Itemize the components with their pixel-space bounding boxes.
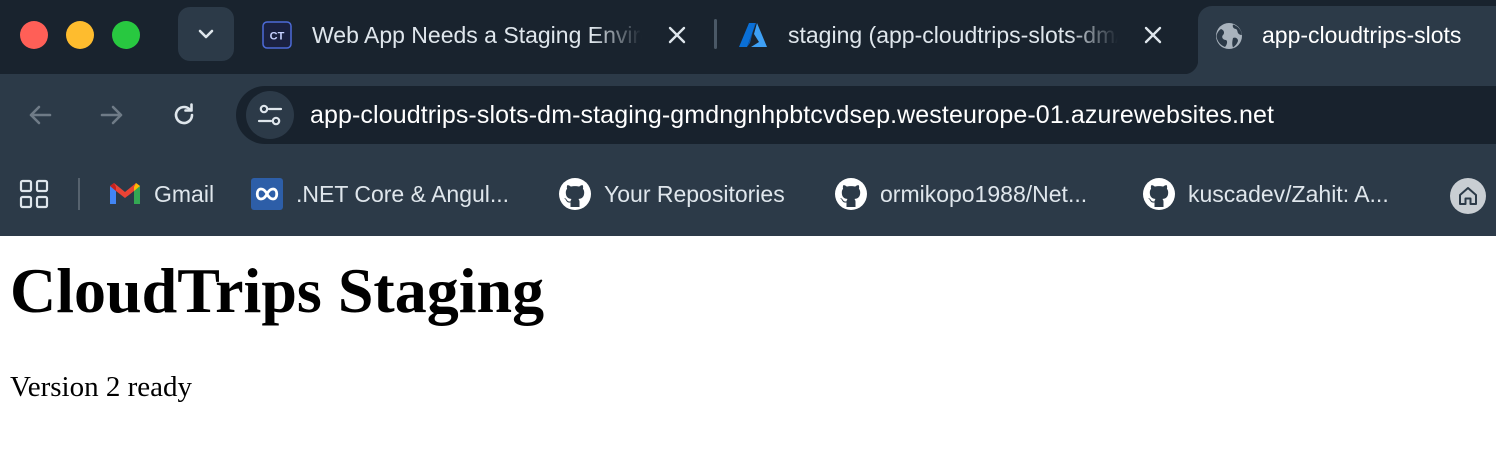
url-text[interactable]: app-cloudtrips-slots-dm-staging-gmdngnhp… bbox=[310, 100, 1274, 130]
bookmark-label: Gmail bbox=[154, 180, 215, 207]
tab-active-cloudtrips[interactable]: app-cloudtrips-slots bbox=[1184, 6, 1496, 74]
tune-icon bbox=[257, 104, 283, 126]
arrow-left-icon bbox=[29, 105, 52, 125]
tab-close-button[interactable] bbox=[662, 20, 692, 50]
window-minimize-button[interactable] bbox=[66, 21, 94, 49]
tab-title: Web App Needs a Staging Environment bbox=[312, 22, 642, 48]
apps-grid-icon bbox=[19, 179, 49, 209]
tab-separator bbox=[714, 19, 717, 49]
site-info-button[interactable] bbox=[246, 91, 294, 139]
bookmark-label: Your Repositories bbox=[604, 180, 785, 207]
reload-button[interactable] bbox=[169, 100, 199, 130]
bookmark-label: .NET Core & Angul... bbox=[296, 180, 510, 207]
tab-search-button[interactable] bbox=[178, 7, 234, 61]
github-icon bbox=[1143, 178, 1175, 210]
azure-icon bbox=[739, 23, 767, 47]
close-icon bbox=[1144, 26, 1162, 44]
cloudtrips-ct-icon: CT bbox=[262, 21, 292, 49]
forward-button[interactable] bbox=[97, 100, 127, 130]
tab-title: app-cloudtrips-slots bbox=[1262, 22, 1462, 48]
infinity-icon bbox=[251, 178, 283, 210]
tab-close-button[interactable] bbox=[1138, 20, 1168, 50]
bookmark-kuscadev-zahit[interactable]: kuscadev/Zahit: A... bbox=[1142, 176, 1389, 212]
bookmark-ormikopo1988[interactable]: ormikopo1988/Net... bbox=[834, 176, 1087, 212]
page-heading: CloudTrips Staging bbox=[10, 255, 545, 326]
bookmark-home[interactable] bbox=[1450, 178, 1486, 214]
arrow-right-icon bbox=[100, 105, 123, 125]
bookmark-your-repositories[interactable]: Your Repositories bbox=[558, 176, 785, 212]
bookmarks-separator bbox=[78, 178, 80, 210]
address-bar[interactable]: app-cloudtrips-slots-dm-staging-gmdngnhp… bbox=[236, 86, 1496, 144]
reload-icon bbox=[174, 103, 194, 125]
window-zoom-button[interactable] bbox=[112, 21, 140, 49]
gmail-icon bbox=[110, 183, 140, 204]
page-content: CloudTrips Staging Version 2 ready bbox=[0, 236, 1496, 450]
bookmark-gmail[interactable]: Gmail bbox=[108, 176, 214, 212]
bookmarks-bar: Gmail .NET Core & Angul... Your Reposito… bbox=[0, 156, 1496, 236]
bookmark-net-core-angular[interactable]: .NET Core & Angul... bbox=[250, 176, 509, 212]
window-close-button[interactable] bbox=[20, 21, 48, 49]
globe-icon bbox=[1216, 23, 1242, 49]
home-icon bbox=[1459, 187, 1477, 205]
bookmark-label: ormikopo1988/Net... bbox=[880, 180, 1088, 207]
back-button[interactable] bbox=[25, 100, 55, 130]
browser-toolbar: app-cloudtrips-slots-dm-staging-gmdngnhp… bbox=[0, 74, 1496, 156]
github-icon bbox=[835, 178, 867, 210]
apps-button[interactable] bbox=[19, 179, 49, 214]
tab-title: staging (app-cloudtrips-slots-dm/staging… bbox=[788, 22, 1118, 48]
tab-strip: CT Web App Needs a Staging Environment s… bbox=[0, 0, 1496, 74]
ct-favicon-text: CT bbox=[270, 31, 285, 43]
bookmark-label: kuscadev/Zahit: A... bbox=[1188, 180, 1389, 207]
github-icon bbox=[559, 178, 591, 210]
close-icon bbox=[668, 26, 686, 44]
tab-azure-staging[interactable]: staging (app-cloudtrips-slots-dm/staging… bbox=[718, 0, 1192, 68]
page-text: Version 2 ready bbox=[10, 371, 193, 403]
tab-web-app-staging[interactable]: CT Web App Needs a Staging Environment bbox=[242, 0, 716, 68]
chevron-down-icon bbox=[198, 29, 214, 39]
